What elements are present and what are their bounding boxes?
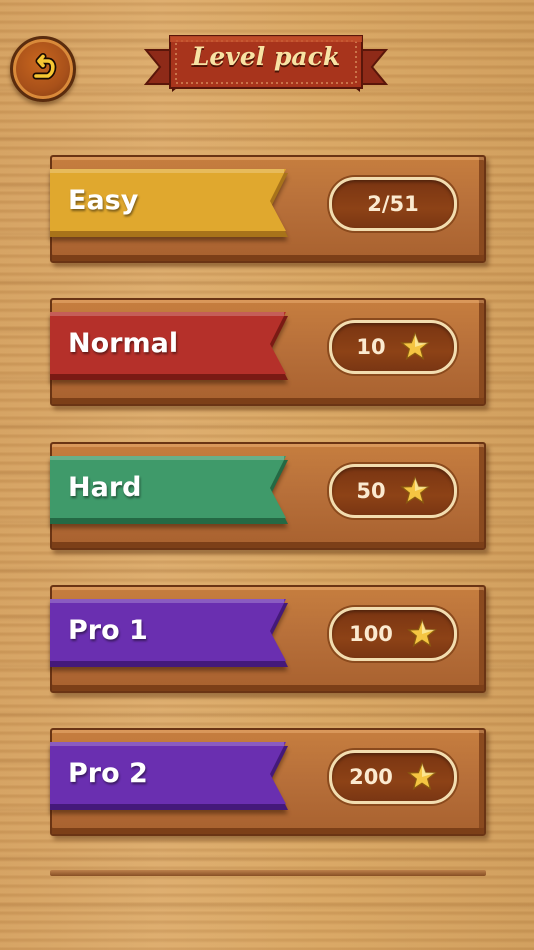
level-progress-badge: 100 <box>329 607 457 661</box>
bottom-divider <box>50 870 486 876</box>
star-icon <box>406 619 437 647</box>
star-icon <box>399 332 430 360</box>
star-icon <box>406 762 437 790</box>
level-label: Pro 2 <box>68 758 148 789</box>
level-pack-pro-2[interactable]: Pro 2 200 <box>50 728 486 836</box>
level-pack-pro-1[interactable]: Pro 1 100 <box>50 585 486 693</box>
level-progress-badge: 50 <box>329 464 457 518</box>
level-label: Normal <box>68 328 179 359</box>
level-label: Hard <box>68 472 142 503</box>
level-label: Easy <box>68 185 139 216</box>
level-label: Pro 1 <box>68 615 148 646</box>
level-progress-value: 100 <box>349 622 393 646</box>
level-progress-badge: 10 <box>329 320 457 374</box>
level-progress-value: 50 <box>356 479 386 503</box>
level-progress-badge: 200 <box>329 750 457 804</box>
level-pack-normal[interactable]: Normal 10 <box>50 298 486 406</box>
level-pack-hard[interactable]: Hard 50 <box>50 442 486 550</box>
level-progress-value: 200 <box>349 765 393 789</box>
level-progress-value: 10 <box>356 335 386 359</box>
level-pack-easy[interactable]: Easy 2/51 <box>50 155 486 263</box>
level-progress-badge: 2/51 <box>329 177 457 231</box>
level-list: Easy 2/51 Normal 10 Hard 50 Pro 1 100 Pro 2 200 <box>0 0 534 950</box>
star-icon <box>399 476 430 504</box>
level-progress-value: 2/51 <box>367 192 419 216</box>
